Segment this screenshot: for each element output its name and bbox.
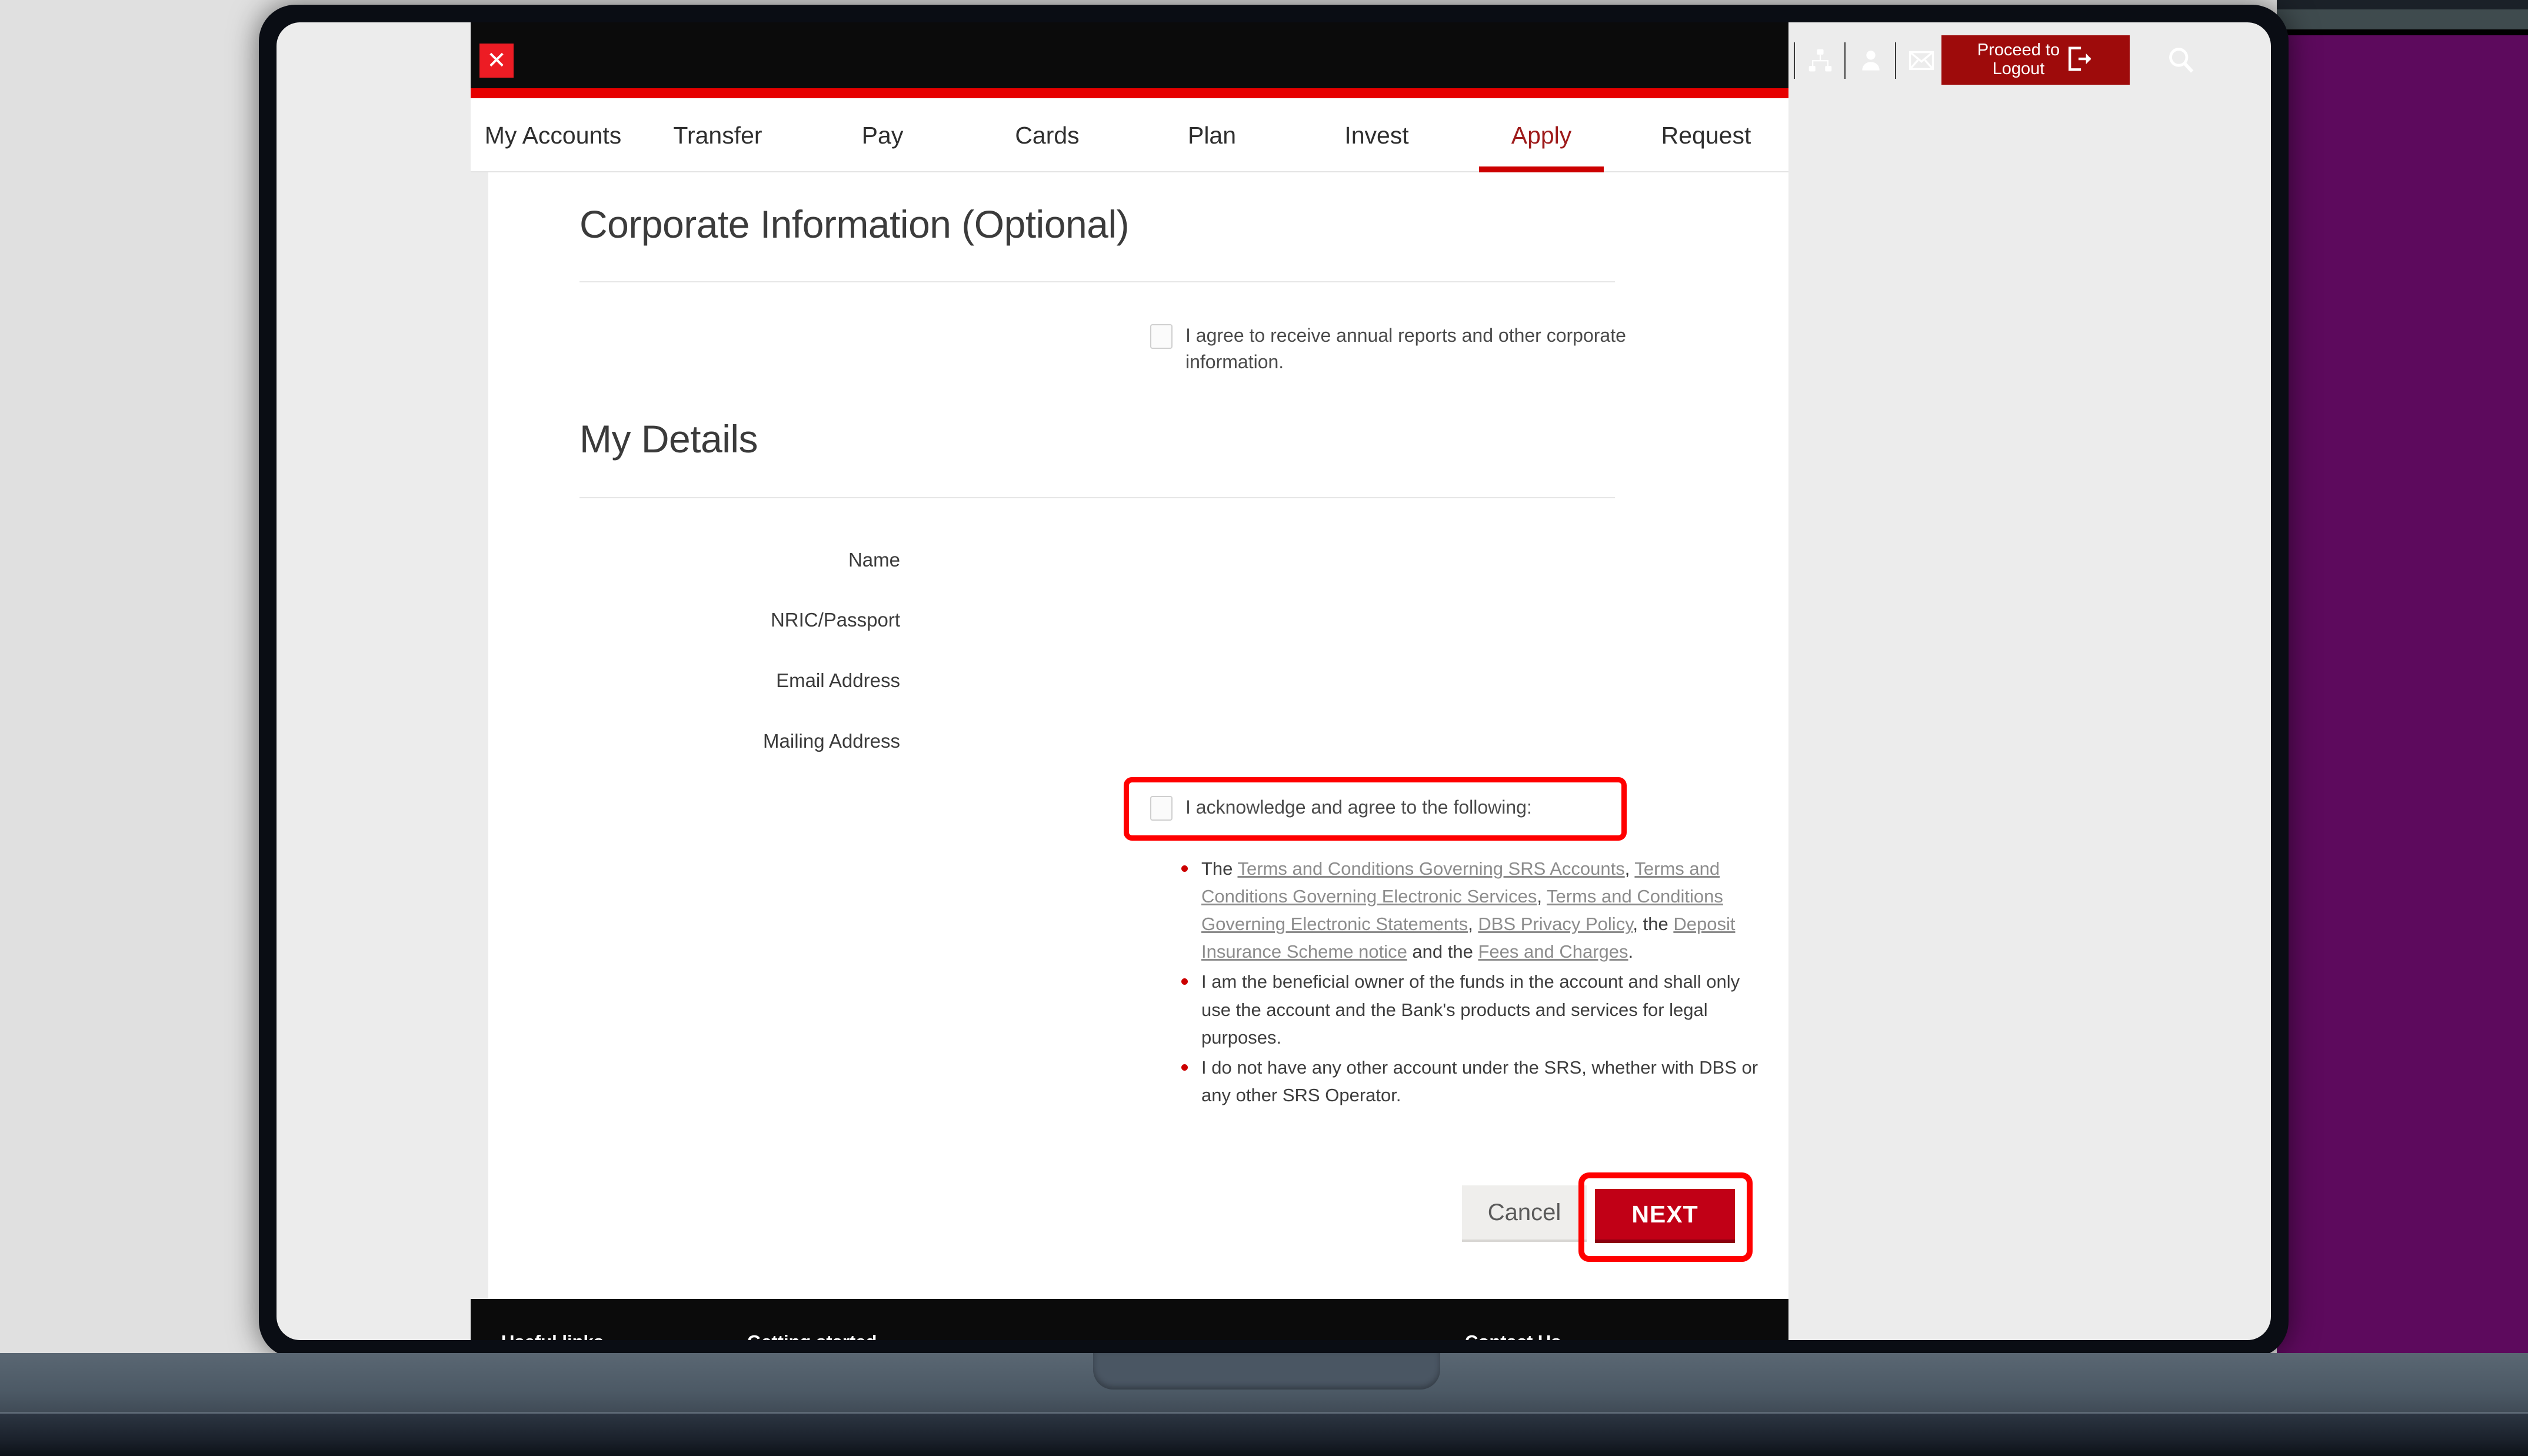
nav-item-plan[interactable]: Plan (1130, 98, 1294, 172)
logout-label: Proceed to Logout (1977, 41, 2060, 79)
logout-exit-icon (2064, 44, 2094, 76)
search-icon[interactable] (2156, 39, 2206, 81)
main-navigation-list: My Accounts Transfer Pay Cards Plan Inve… (471, 98, 1788, 172)
field-label-email-address: Email Address (535, 669, 900, 692)
nav-active-underline (1479, 166, 1604, 172)
laptop-trackpad-notch (1093, 1353, 1440, 1390)
corporate-section-divider (579, 281, 1615, 282)
link-dbs-privacy-policy[interactable]: DBS Privacy Policy (1478, 914, 1633, 934)
acknowledgement-checkbox[interactable] (1150, 796, 1173, 821)
footer-column-getting-started[interactable]: Getting started (747, 1331, 877, 1340)
nav-item-my-accounts[interactable]: My Accounts (471, 98, 635, 172)
acknowledgement-label: I acknowledge and agree to the following… (1185, 797, 1532, 818)
topbar-divider (1794, 42, 1795, 79)
nav-label: Pay (862, 122, 904, 149)
laptop-base-lip (0, 1412, 2528, 1456)
top-utility-bar (471, 22, 1788, 98)
bullet-text: The (1201, 858, 1237, 879)
nav-label: Invest (1344, 122, 1408, 149)
footer-column-contact-us[interactable]: Contact Us (1465, 1331, 1561, 1340)
list-item: The Terms and Conditions Governing SRS A… (1177, 855, 1765, 965)
screenshot-scene: ✕ (0, 0, 2528, 1456)
my-details-title: My Details (579, 417, 758, 461)
bullet-text: , the (1633, 914, 1673, 934)
content-card: Corporate Information (Optional) I agree… (488, 172, 1788, 1299)
bullet-text: . (1628, 941, 1634, 962)
nav-item-transfer[interactable]: Transfer (635, 98, 800, 172)
browser-page: ✕ (277, 22, 2271, 1340)
bullet-text: I do not have any other account under th… (1201, 1057, 1758, 1105)
footer-column-useful-links[interactable]: Useful links (501, 1331, 604, 1340)
list-item: I do not have any other account under th… (1177, 1054, 1765, 1109)
acknowledgement-terms-list: The Terms and Conditions Governing SRS A… (1177, 855, 1765, 1111)
topbar-divider (1844, 42, 1846, 79)
acknowledgement-row[interactable]: I acknowledge and agree to the following… (1150, 794, 1532, 821)
bullet-text: and the (1407, 941, 1478, 962)
topbar-red-accent-line (471, 88, 1788, 98)
field-label-nric-passport: NRIC/Passport (535, 609, 900, 631)
page-footer: Useful links Getting started Contact Us (471, 1299, 1788, 1340)
nav-label: Plan (1188, 122, 1236, 149)
bullet-text: , (1537, 886, 1547, 907)
bullet-text: , (1468, 914, 1478, 934)
nav-item-request[interactable]: Request (1624, 98, 1788, 172)
close-icon[interactable]: ✕ (479, 44, 514, 78)
nav-label: Apply (1511, 122, 1572, 149)
nav-label: My Accounts (485, 122, 621, 149)
bullet-text: , (1625, 858, 1635, 879)
nav-item-cards[interactable]: Cards (965, 98, 1130, 172)
link-fees-and-charges[interactable]: Fees and Charges (1478, 941, 1628, 962)
field-label-name: Name (535, 549, 900, 571)
link-terms-srs-accounts[interactable]: Terms and Conditions Governing SRS Accou… (1237, 858, 1624, 879)
cancel-button[interactable]: Cancel (1462, 1185, 1587, 1242)
nav-item-invest[interactable]: Invest (1294, 98, 1459, 172)
nav-label: Cards (1015, 122, 1079, 149)
corporate-information-title: Corporate Information (Optional) (579, 202, 1129, 246)
nav-item-apply[interactable]: Apply (1459, 98, 1624, 172)
field-label-mailing-address: Mailing Address (535, 730, 900, 752)
corporate-consent-row[interactable]: I agree to receive annual reports and ot… (1150, 322, 1680, 376)
bullet-text: I am the beneficial owner of the funds i… (1201, 971, 1740, 1047)
nav-label: Request (1661, 122, 1751, 149)
background-purple-panel (2277, 35, 2528, 1353)
topbar-divider (1895, 42, 1896, 79)
corporate-consent-checkbox[interactable] (1150, 324, 1173, 349)
nav-item-pay[interactable]: Pay (800, 98, 965, 172)
corporate-consent-label: I agree to receive annual reports and ot… (1185, 322, 1680, 376)
envelope-icon[interactable] (1900, 40, 1943, 81)
next-button[interactable]: NEXT (1595, 1189, 1735, 1243)
list-item: I am the beneficial owner of the funds i… (1177, 968, 1765, 1051)
person-icon[interactable] (1849, 40, 1893, 81)
proceed-to-logout-button[interactable]: Proceed to Logout (1941, 35, 2130, 85)
nav-label: Transfer (673, 122, 762, 149)
sitemap-icon[interactable] (1798, 40, 1842, 81)
my-details-divider (579, 497, 1615, 498)
